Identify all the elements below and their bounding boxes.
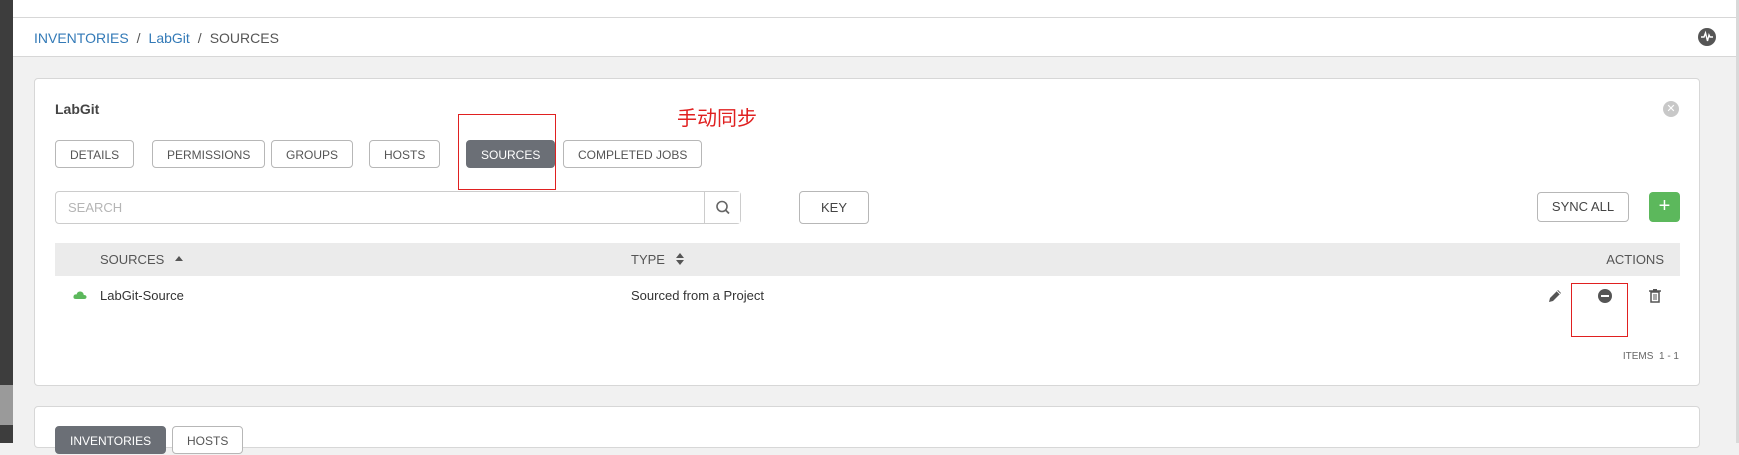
search-button[interactable] xyxy=(704,192,740,223)
source-type: Sourced from a Project xyxy=(631,288,764,303)
tab-groups[interactable]: GROUPS xyxy=(271,140,354,168)
trash-icon[interactable] xyxy=(1645,286,1665,306)
table-row: LabGit-Source Sourced from a Project xyxy=(55,276,1680,318)
search-icon xyxy=(716,200,730,215)
left-nav-scroll-thumb[interactable] xyxy=(0,385,13,425)
cloud-icon xyxy=(73,291,87,299)
table-header: SOURCES TYPE ACTIONS xyxy=(55,243,1680,276)
items-range: 1 - 1 xyxy=(1658,351,1679,362)
breadcrumb-labgit[interactable]: LabGit xyxy=(149,30,190,46)
annotation-box-sources-tab xyxy=(458,114,556,190)
breadcrumb-separator: / xyxy=(136,30,141,46)
annotation-box-sync-action xyxy=(1571,283,1628,337)
inventory-panel: LabGit ✕ DETAILS PERMISSIONS GROUPS HOST… xyxy=(34,78,1700,386)
column-header-type[interactable]: TYPE xyxy=(631,252,685,267)
items-label: ITEMS xyxy=(1622,351,1654,362)
key-button[interactable]: KEY xyxy=(799,191,869,224)
tab-bottom-hosts[interactable]: HOSTS xyxy=(172,426,244,454)
breadcrumb-bar: INVENTORIES / LabGit / SOURCES xyxy=(13,18,1736,57)
tab-details[interactable]: DETAILS xyxy=(55,140,135,168)
column-label: TYPE xyxy=(631,252,665,267)
column-header-actions: ACTIONS xyxy=(1606,252,1664,267)
source-name-link[interactable]: LabGit-Source xyxy=(100,288,184,303)
search-input[interactable] xyxy=(56,192,730,223)
bottom-panel: INVENTORIES HOSTS xyxy=(34,406,1700,454)
top-header xyxy=(13,0,1736,18)
column-label: SOURCES xyxy=(100,252,165,267)
breadcrumb-current: SOURCES xyxy=(209,30,279,46)
sync-all-button[interactable]: SYNC ALL xyxy=(1537,192,1629,222)
tab-completed-jobs[interactable]: COMPLETED JOBS xyxy=(563,140,703,168)
breadcrumb-inventories[interactable]: INVENTORIES xyxy=(34,30,129,46)
tab-inventories[interactable]: INVENTORIES xyxy=(55,426,167,454)
sort-icon xyxy=(675,253,684,265)
add-source-button[interactable]: + xyxy=(1649,192,1680,222)
breadcrumb: INVENTORIES / LabGit / SOURCES xyxy=(34,30,279,46)
edit-icon[interactable] xyxy=(1545,286,1565,306)
search-field xyxy=(55,191,741,224)
sort-ascending-icon xyxy=(174,256,183,261)
tab-hosts[interactable]: HOSTS xyxy=(369,140,441,168)
items-count: ITEMS 1 - 1 xyxy=(1623,351,1679,362)
annotation-label: 手动同步 xyxy=(677,106,757,130)
breadcrumb-separator: / xyxy=(197,30,202,46)
column-header-sources[interactable]: SOURCES xyxy=(100,252,184,267)
close-icon[interactable]: ✕ xyxy=(1663,101,1679,117)
tab-permissions[interactable]: PERMISSIONS xyxy=(152,140,266,168)
activity-stream-icon[interactable] xyxy=(1698,28,1716,46)
panel-title: LabGit xyxy=(55,101,100,117)
left-nav-bar xyxy=(0,0,13,443)
